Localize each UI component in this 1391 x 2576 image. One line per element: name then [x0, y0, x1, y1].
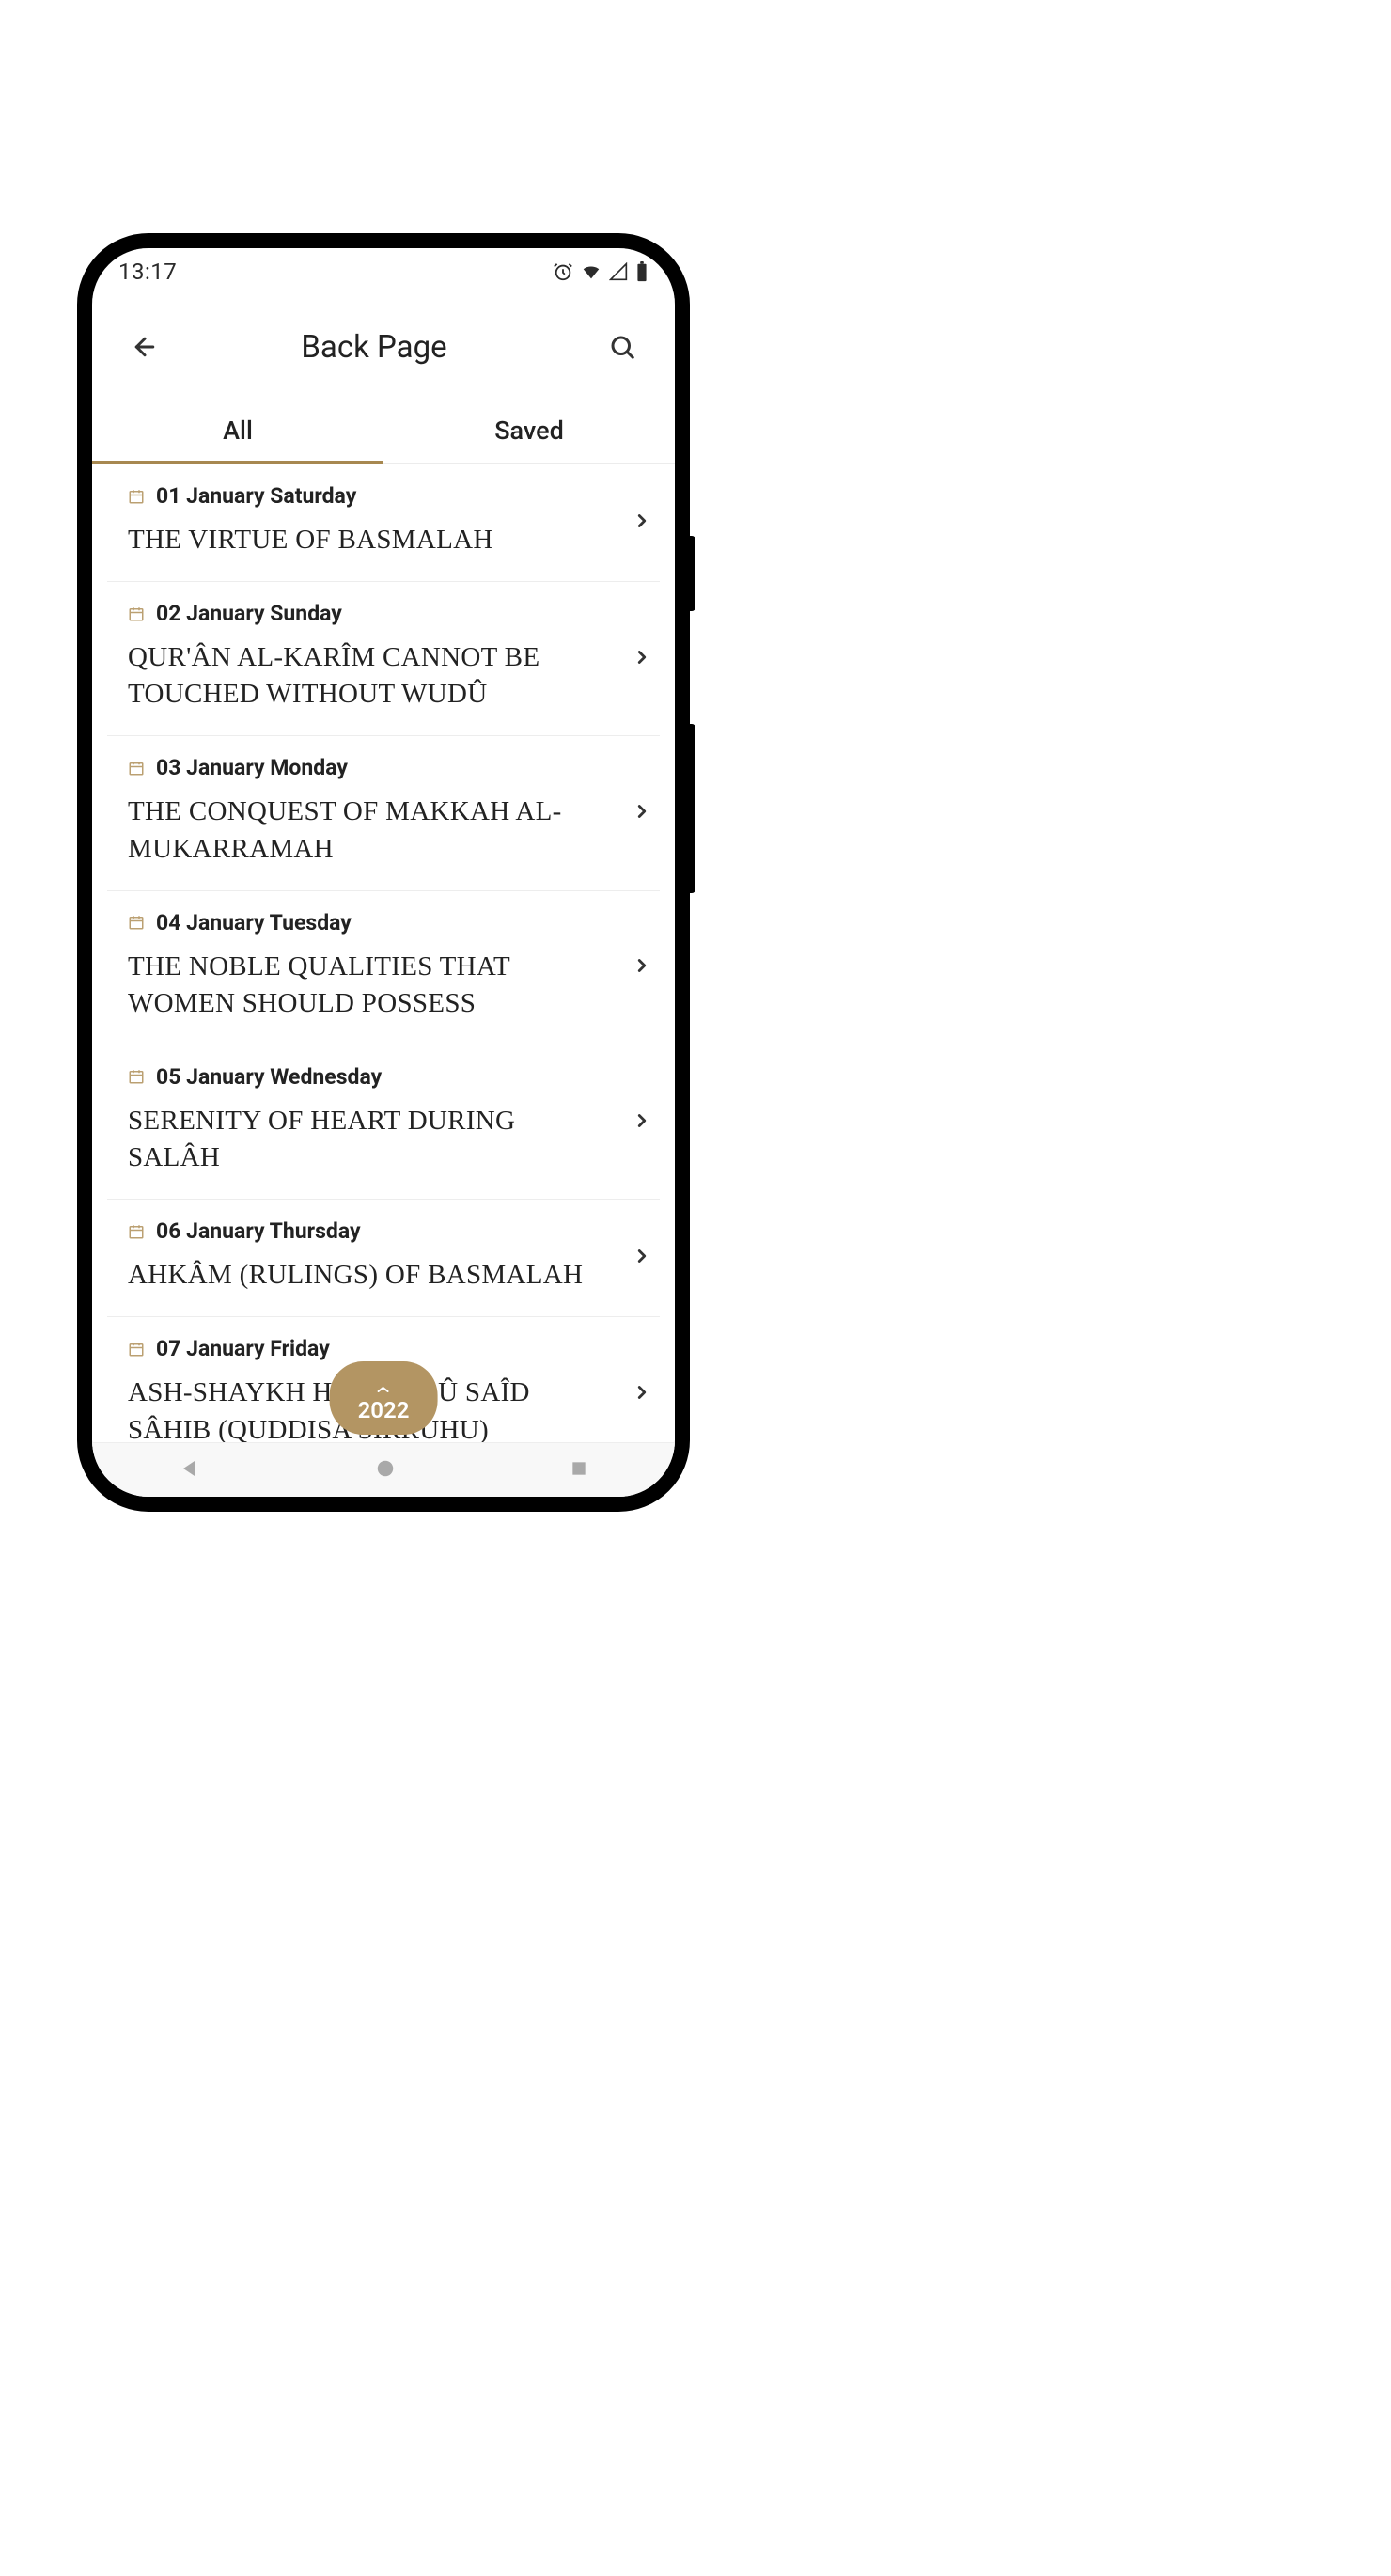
nav-back-button[interactable]: [179, 1457, 201, 1484]
list-item-date: 05 January Wednesday: [156, 1064, 382, 1090]
wifi-icon: [581, 261, 602, 282]
nav-recent-button[interactable]: [570, 1459, 588, 1482]
app-bar: Back Page: [92, 295, 675, 399]
chevron-right-icon: [632, 647, 652, 671]
phone-frame: 13:17: [77, 233, 690, 1512]
list-item-title: SERENITY OF HEART DURING SALÂH: [128, 1103, 594, 1176]
status-time: 13:17: [118, 259, 177, 285]
calendar-icon: [128, 1068, 145, 1085]
list-item[interactable]: 02 January Sunday QUR'ÂN AL-KARÎM CANNOT…: [107, 582, 660, 736]
list-item-title: QUR'ÂN AL-KARÎM CANNOT BE TOUCHED WITHOU…: [128, 639, 594, 713]
year-pill-label: 2022: [358, 1399, 410, 1422]
list-item-title: AHKÂM (RULINGS) OF BASMALAH: [128, 1257, 594, 1294]
chevron-right-icon: [632, 510, 652, 535]
list-item[interactable]: 04 January Tuesday THE NOBLE QUALITIES T…: [107, 891, 660, 1045]
list-item-date: 03 January Monday: [156, 755, 348, 780]
list-item-date: 07 January Friday: [156, 1336, 330, 1361]
calendar-icon: [128, 488, 145, 505]
chevron-right-icon: [632, 801, 652, 825]
calendar-icon: [128, 1223, 145, 1240]
tab-all-label: All: [223, 416, 253, 446]
tabs: All Saved: [92, 399, 675, 464]
calendar-icon: [128, 605, 145, 622]
calendar-icon: [128, 914, 145, 931]
list-item-date: 04 January Tuesday: [156, 910, 352, 935]
page-title: Back Page: [148, 329, 600, 366]
list-item[interactable]: 01 January Saturday THE VIRTUE OF BASMAL…: [107, 464, 660, 582]
calendar-icon: [128, 1341, 145, 1358]
tab-all[interactable]: All: [92, 399, 383, 463]
chevron-right-icon: [632, 1246, 652, 1270]
battery-icon: [635, 261, 649, 282]
list-item[interactable]: 03 January Monday THE CONQUEST OF MAKKAH…: [107, 736, 660, 890]
list-item-title: THE VIRTUE OF BASMALAH: [128, 522, 594, 558]
chevron-right-icon: [632, 1110, 652, 1135]
list-item-date: 01 January Saturday: [156, 483, 356, 509]
status-icons: [553, 261, 649, 282]
list-item-title: THE NOBLE QUALITIES THAT WOMEN SHOULD PO…: [128, 949, 594, 1022]
chevron-up-icon: [377, 1374, 390, 1397]
search-button[interactable]: [600, 324, 645, 369]
search-icon: [608, 333, 636, 361]
nav-home-button[interactable]: [375, 1458, 396, 1483]
android-nav-bar: [92, 1442, 675, 1497]
chevron-right-icon: [632, 955, 652, 980]
list-item[interactable]: 06 January Thursday AHKÂM (RULINGS) OF B…: [107, 1200, 660, 1317]
list-item-date: 02 January Sunday: [156, 601, 342, 626]
article-list[interactable]: 01 January Saturday THE VIRTUE OF BASMAL…: [92, 464, 675, 1471]
list-item-title: THE CONQUEST OF MAKKAH AL-MUKARRAMAH: [128, 793, 594, 867]
alarm-icon: [553, 261, 573, 282]
status-bar: 13:17: [92, 248, 675, 295]
chevron-right-icon: [632, 1382, 652, 1406]
list-item[interactable]: 05 January Wednesday SERENITY OF HEART D…: [107, 1045, 660, 1200]
list-item-date: 06 January Thursday: [156, 1218, 361, 1244]
tab-saved-label: Saved: [494, 416, 564, 446]
year-selector-pill[interactable]: 2022: [330, 1361, 438, 1435]
tab-saved[interactable]: Saved: [383, 399, 675, 463]
cell-signal-icon: [609, 262, 628, 281]
calendar-icon: [128, 760, 145, 777]
